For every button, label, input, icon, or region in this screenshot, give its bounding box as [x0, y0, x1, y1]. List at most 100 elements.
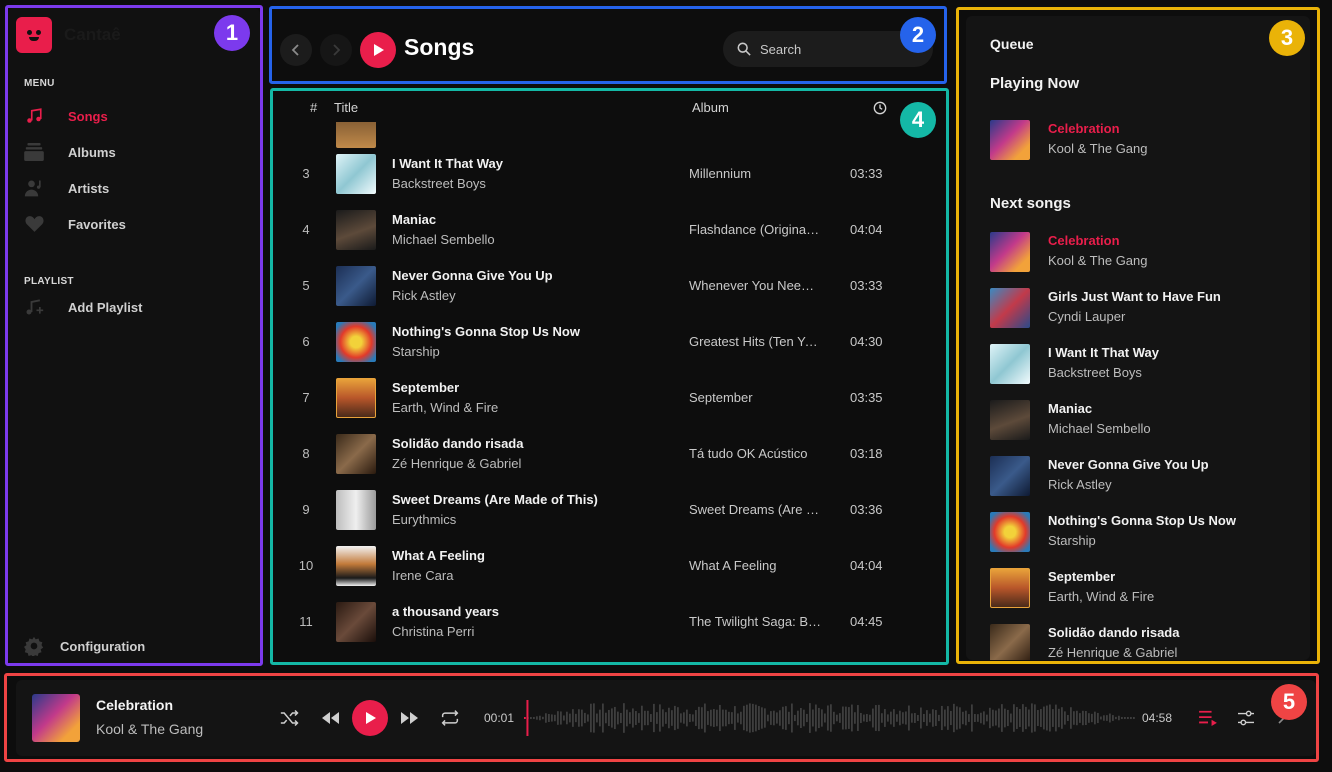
- waveform-seekbar[interactable]: [524, 698, 1136, 738]
- song-row[interactable]: 9 Sweet Dreams (Are Made of This) Euryth…: [272, 482, 948, 538]
- forward-button[interactable]: [320, 34, 352, 66]
- sidebar-item-favorites[interactable]: Favorites: [24, 211, 244, 237]
- song-row[interactable]: 7 September Earth, Wind & Fire September…: [272, 370, 948, 426]
- song-row[interactable]: 10 What A Feeling Irene Cara What A Feel…: [272, 538, 948, 594]
- waveform-bar: [836, 714, 838, 722]
- queue-item[interactable]: Solidão dando risada Zé Henrique & Gabri…: [990, 622, 1290, 660]
- song-album[interactable]: Sweet Dreams (Are Made of This): [689, 502, 821, 517]
- album-cover: [336, 434, 376, 474]
- waveform-bar: [1091, 713, 1093, 723]
- song-album[interactable]: September: [689, 390, 821, 405]
- queue-item[interactable]: I Want It That Way Backstreet Boys: [990, 342, 1290, 386]
- waveform-bar: [965, 710, 967, 726]
- queue-item[interactable]: Celebration Kool & The Gang: [990, 230, 1290, 274]
- add-playlist-button[interactable]: Add Playlist: [24, 294, 244, 320]
- waveform-bar: [941, 705, 943, 731]
- waveform-bar: [839, 713, 841, 723]
- waveform-bar: [578, 709, 580, 727]
- logo-face-icon: [24, 27, 44, 43]
- sidebar-item-artists[interactable]: Artists: [24, 175, 244, 201]
- song-album[interactable]: Tá tudo OK Acústico: [689, 446, 821, 461]
- song-artist[interactable]: Backstreet Boys: [392, 176, 486, 191]
- waveform-bar: [968, 714, 970, 722]
- queue-toggle-button[interactable]: [1196, 706, 1220, 730]
- shuffle-button[interactable]: [278, 706, 302, 730]
- song-artist[interactable]: Christina Perri: [392, 624, 474, 639]
- waveform-bar: [842, 706, 844, 730]
- play-all-button[interactable]: [360, 32, 396, 68]
- playing-now-item[interactable]: Celebration Kool & The Gang: [990, 118, 1290, 162]
- waveform-bar: [662, 709, 664, 727]
- waveform-bar: [629, 712, 631, 724]
- waveform-bar: [644, 710, 646, 726]
- song-artist[interactable]: Irene Cara: [392, 568, 453, 583]
- back-button[interactable]: [280, 34, 312, 66]
- queue-item[interactable]: Nothing's Gonna Stop Us Now Starship: [990, 510, 1290, 554]
- gear-icon: [24, 636, 44, 656]
- waveform-bar: [914, 713, 916, 723]
- song-row[interactable]: 4 Maniac Michael Sembello Flashdance (Or…: [272, 202, 948, 258]
- sidebar-item-albums[interactable]: Albums: [24, 139, 244, 165]
- song-artist[interactable]: Zé Henrique & Gabriel: [392, 456, 521, 471]
- previous-button[interactable]: [318, 706, 342, 730]
- now-playing-artist[interactable]: Kool & The Gang: [96, 721, 203, 737]
- waveform-bar: [803, 709, 805, 727]
- song-row[interactable]: 6 Nothing's Gonna Stop Us Now Starship G…: [272, 314, 948, 370]
- song-artist[interactable]: Starship: [392, 344, 440, 359]
- now-playing-cover[interactable]: [32, 694, 80, 742]
- sidebar-item-label: Artists: [68, 180, 110, 196]
- configuration-button[interactable]: Configuration: [24, 636, 145, 656]
- queue-item[interactable]: September Earth, Wind & Fire: [990, 566, 1290, 610]
- waveform-bar: [1040, 709, 1042, 727]
- previous-icon: [322, 712, 339, 724]
- song-number: 10: [298, 558, 314, 573]
- song-album[interactable]: The Twilight Saga: Breaking Dawn: [689, 614, 821, 629]
- repeat-button[interactable]: [438, 706, 462, 730]
- waveform-bar: [887, 714, 889, 722]
- playhead[interactable]: [526, 700, 529, 736]
- waveform-bar: [590, 703, 592, 733]
- song-album[interactable]: Greatest Hits (Ten Years and Change): [689, 334, 821, 349]
- song-album[interactable]: What A Feeling: [689, 558, 821, 573]
- app-logo[interactable]: [16, 17, 52, 53]
- column-header-title[interactable]: Title: [334, 100, 358, 115]
- queue-panel: Queue Playing Now Celebration Kool & The…: [966, 16, 1310, 660]
- queue-item[interactable]: Never Gonna Give You Up Rick Astley: [990, 454, 1290, 498]
- next-icon: [401, 712, 418, 724]
- song-artist[interactable]: Eurythmics: [392, 512, 456, 527]
- album-cover: [990, 456, 1030, 496]
- column-header-album[interactable]: Album: [692, 100, 729, 115]
- heart-icon: [24, 214, 44, 234]
- song-artist[interactable]: Michael Sembello: [392, 232, 495, 247]
- waveform-bar: [656, 712, 658, 724]
- song-artist[interactable]: Earth, Wind & Fire: [392, 400, 498, 415]
- equalizer-button[interactable]: [1234, 706, 1258, 730]
- song-row[interactable]: 3 I Want It That Way Backstreet Boys Mil…: [272, 146, 948, 202]
- queue-song-title: Maniac: [1048, 401, 1093, 416]
- sidebar-item-songs[interactable]: Songs: [24, 103, 244, 129]
- waveform-bar: [542, 716, 544, 720]
- song-album[interactable]: Millennium: [689, 166, 821, 181]
- next-button[interactable]: [398, 706, 422, 730]
- album-cover: [990, 512, 1030, 552]
- song-album[interactable]: Whenever You Need Somebody: [689, 278, 821, 293]
- waveform-bar: [731, 712, 733, 724]
- waveform-bar: [1037, 710, 1039, 726]
- song-album[interactable]: Flashdance (Original Soundtrack): [689, 222, 821, 237]
- music-note-icon: [24, 106, 44, 126]
- waveform-bar: [1070, 707, 1072, 729]
- waveform-bar: [1013, 704, 1015, 732]
- queue-item[interactable]: Maniac Michael Sembello: [990, 398, 1290, 442]
- waveform-bar: [533, 717, 535, 719]
- waveform-bar: [659, 704, 661, 732]
- song-row[interactable]: 5 Never Gonna Give You Up Rick Astley Wh…: [272, 258, 948, 314]
- song-row[interactable]: 11 a thousand years Christina Perri The …: [272, 594, 948, 650]
- song-artist[interactable]: Rick Astley: [392, 288, 456, 303]
- waveform-bar: [713, 709, 715, 727]
- waveform-bar: [794, 714, 796, 722]
- waveform-bar: [638, 713, 640, 723]
- search-input[interactable]: [760, 41, 900, 57]
- queue-item[interactable]: Girls Just Want to Have Fun Cyndi Lauper: [990, 286, 1290, 330]
- song-row[interactable]: 8 Solidão dando risada Zé Henrique & Gab…: [272, 426, 948, 482]
- play-button[interactable]: [352, 700, 388, 736]
